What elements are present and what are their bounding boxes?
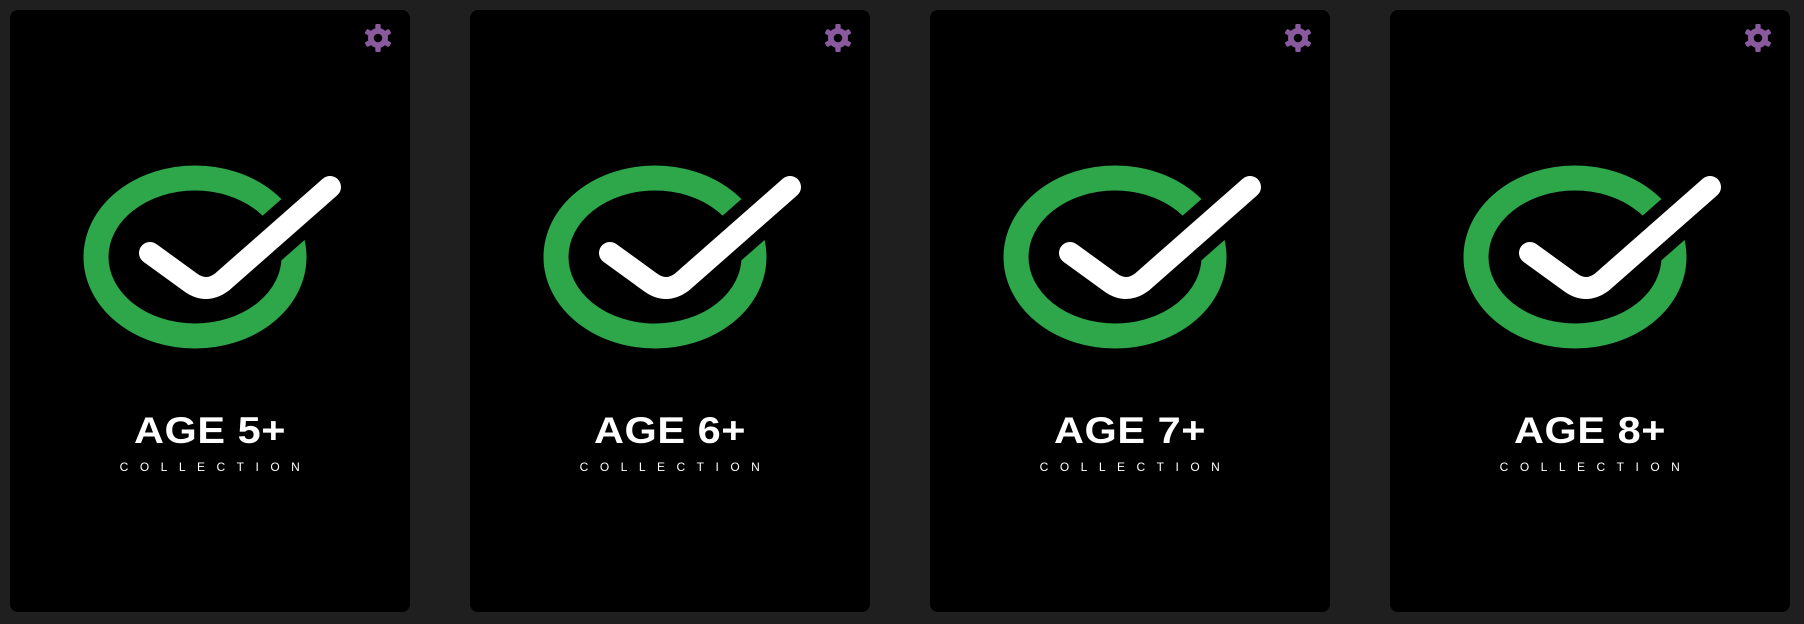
check-circle-icon: [83, 164, 353, 349]
card-subtitle: COLLECTION: [119, 460, 312, 474]
card-title: AGE 7+: [1054, 410, 1206, 451]
collection-card[interactable]: AGE 7+ COLLECTION: [930, 10, 1330, 612]
check-circle-icon: [1463, 164, 1733, 349]
card-title: AGE 5+: [134, 410, 286, 451]
card-title: AGE 6+: [594, 410, 746, 451]
card-title: AGE 8+: [1514, 410, 1666, 451]
check-circle-icon: [543, 164, 813, 349]
check-circle-icon: [1003, 164, 1273, 349]
gear-icon[interactable]: [362, 22, 394, 54]
card-subtitle: COLLECTION: [579, 460, 772, 474]
card-subtitle: COLLECTION: [1499, 460, 1692, 474]
collection-card[interactable]: AGE 8+ COLLECTION: [1390, 10, 1790, 612]
gear-icon[interactable]: [822, 22, 854, 54]
collection-card[interactable]: AGE 5+ COLLECTION: [10, 10, 410, 612]
card-subtitle: COLLECTION: [1039, 460, 1232, 474]
gear-icon[interactable]: [1282, 22, 1314, 54]
gear-icon[interactable]: [1742, 22, 1774, 54]
collection-card[interactable]: AGE 6+ COLLECTION: [470, 10, 870, 612]
